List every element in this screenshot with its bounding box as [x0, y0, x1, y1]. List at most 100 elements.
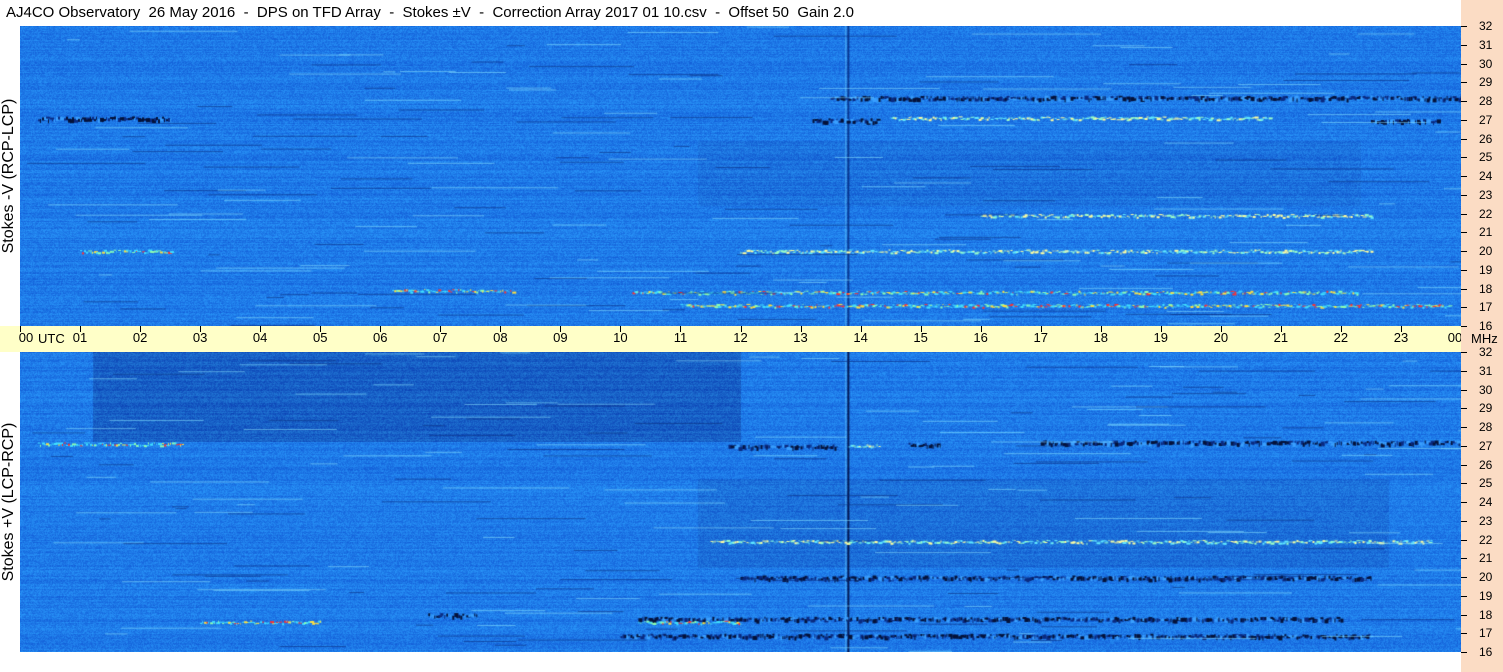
freq-tick-label: 28 [1479, 420, 1493, 434]
freq-tick [1461, 427, 1467, 428]
freq-tick-label: 19 [1479, 262, 1493, 277]
freq-tick-label: 26 [1479, 457, 1493, 472]
freq-tick-label: 24 [1479, 169, 1493, 183]
freq-tick-label: 25 [1479, 476, 1493, 491]
freq-tick [1461, 26, 1467, 27]
freq-tick-label: 17 [1479, 300, 1493, 315]
freq-tick-label: 20 [1479, 570, 1493, 584]
freq-tick-label: 20 [1479, 244, 1493, 258]
freq-tick-label: 30 [1479, 382, 1493, 397]
freq-tick [1461, 82, 1467, 84]
freq-tick [1461, 539, 1467, 541]
freq-tick-label: 23 [1479, 187, 1493, 202]
freq-tick-label: 30 [1479, 56, 1493, 71]
freq-tick [1461, 614, 1467, 616]
freq-tick [1461, 119, 1467, 121]
freq-tick-label: 29 [1479, 75, 1493, 90]
time-tick-label: 19 [1153, 330, 1169, 345]
freq-tick [1461, 558, 1467, 560]
time-tick-label: 17 [1033, 330, 1048, 345]
heatmap-panel-stokes-minus-v [20, 26, 1461, 326]
time-tick-label: 23 [1393, 330, 1409, 345]
freq-tick-label: 31 [1479, 363, 1493, 378]
time-tick-label: 16 [973, 330, 988, 345]
freq-tick [1461, 464, 1467, 466]
time-tick-label: 01 [72, 330, 88, 345]
freq-tick [1461, 194, 1467, 196]
time-tick-label: 03 [192, 330, 208, 345]
freq-tick [1461, 352, 1467, 353]
freq-tick-label: 28 [1479, 94, 1493, 108]
freq-tick [1461, 502, 1467, 503]
freq-tick [1461, 269, 1467, 271]
freq-tick [1461, 232, 1467, 234]
time-tick-label: 15 [913, 330, 928, 345]
freq-tick-label: 21 [1479, 225, 1493, 240]
freq-tick-label: 32 [1479, 19, 1493, 33]
freq-tick [1461, 213, 1467, 215]
freq-tick [1461, 44, 1467, 46]
freq-tick [1461, 652, 1467, 653]
y-axis-label-top: Stokes -V (RCP-LCP) [0, 98, 17, 254]
time-tick-label: 20 [1213, 330, 1229, 345]
y-axis-label-bottom: Stokes +V (LCP-RCP) [0, 422, 17, 582]
freq-tick-label: 25 [1479, 150, 1493, 165]
freq-tick [1461, 577, 1467, 578]
freq-tick [1461, 157, 1467, 159]
freq-tick-label: 22 [1479, 206, 1493, 221]
freq-tick [1461, 101, 1467, 102]
freq-tick [1461, 251, 1467, 252]
time-tick-label: 05 [312, 330, 328, 345]
freq-tick [1461, 445, 1467, 447]
freq-tick-label: 18 [1479, 281, 1493, 296]
time-tick-label: 18 [1093, 330, 1108, 345]
time-tick-label: 08 [493, 330, 508, 345]
freq-tick-label: 16 [1479, 319, 1493, 333]
time-tick-label: 21 [1273, 330, 1289, 345]
time-tick-label: 06 [373, 330, 388, 345]
freq-tick [1461, 63, 1467, 65]
time-tick-label: 04 [252, 330, 268, 345]
freq-tick-label: 24 [1479, 495, 1493, 509]
freq-tick [1461, 408, 1467, 410]
freq-tick-label: 21 [1479, 551, 1493, 566]
time-tick-label: 11 [673, 330, 688, 345]
freq-tick-label: 23 [1479, 513, 1493, 528]
freq-tick-label: 29 [1479, 401, 1493, 416]
time-tick-label: 12 [733, 330, 748, 345]
freq-tick [1461, 595, 1467, 597]
chart-title: AJ4CO Observatory 26 May 2016 - DPS on T… [6, 4, 855, 21]
time-tick-label: 10 [613, 330, 628, 345]
freq-tick-label: 31 [1479, 37, 1493, 52]
freq-tick [1461, 138, 1467, 140]
freq-tick-label: 16 [1479, 645, 1493, 659]
freq-tick [1461, 288, 1467, 290]
heatmap-canvas-bottom [20, 352, 1461, 652]
freq-tick [1461, 633, 1467, 635]
time-tick-label: 14 [853, 330, 868, 345]
freq-tick-label: 27 [1479, 112, 1493, 127]
freq-tick-label: 32 [1479, 345, 1493, 359]
time-axis: 00 01 02 03 04 05 06 07 08 09 10 11 12 13 14 15 16 17 18 19… [0, 326, 1462, 352]
freq-tick [1461, 370, 1467, 372]
time-tick-label: 09 [553, 330, 568, 345]
freq-tick [1461, 389, 1467, 391]
freq-tick-label: 17 [1479, 626, 1493, 641]
freq-tick-label: 22 [1479, 532, 1493, 547]
freq-tick-label: 26 [1479, 131, 1493, 146]
freq-tick-label: 18 [1479, 607, 1493, 622]
heatmap-panel-stokes-plus-v [20, 352, 1461, 652]
freq-tick-label: 27 [1479, 438, 1493, 453]
freq-tick [1461, 176, 1467, 177]
freq-tick [1461, 483, 1467, 485]
freq-tick [1461, 520, 1467, 522]
heatmap-canvas-top [20, 26, 1461, 326]
time-axis-unit: UTC [38, 331, 65, 346]
freq-tick-label: 19 [1479, 588, 1493, 603]
time-tick-label: 22 [1333, 330, 1349, 345]
time-tick-label: 07 [433, 330, 448, 345]
time-tick-label: 13 [793, 330, 808, 345]
time-tick-label: 02 [132, 330, 148, 345]
frequency-axis-unit: MHz [1471, 331, 1498, 346]
freq-tick [1461, 326, 1467, 327]
